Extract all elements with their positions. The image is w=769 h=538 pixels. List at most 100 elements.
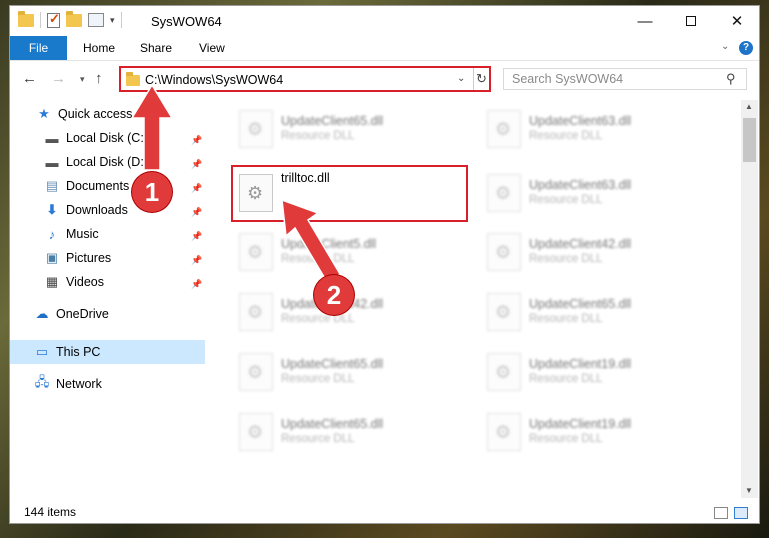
file-item[interactable]: UpdateClient65.dll Resource DLL xyxy=(231,345,471,399)
pin-icon[interactable]: 📌 xyxy=(191,207,202,218)
sidebar-item-label: Downloads xyxy=(66,203,128,217)
file-list: UpdateClient65.dll Resource DLL trilltoc… xyxy=(216,100,740,498)
sidebar-item-this-pc[interactable]: ▭ This PC xyxy=(34,341,101,363)
file-item[interactable]: UpdateClient65.dll Resource DLL xyxy=(231,102,471,156)
file-type: Resource DLL xyxy=(529,433,603,445)
drive-icon: ▬ xyxy=(45,154,59,170)
scroll-thumb[interactable] xyxy=(743,118,756,162)
sidebar-item-label: Network xyxy=(56,377,102,391)
sidebar-item-network[interactable]: 🖧 Network xyxy=(34,373,102,395)
qat-dropdown-icon[interactable]: ▾ xyxy=(110,15,115,26)
file-type: Resource DLL xyxy=(281,433,355,445)
minimize-button[interactable]: — xyxy=(622,6,668,36)
search-placeholder: Search SysWOW64 xyxy=(512,72,624,86)
file-name: UpdateClient63.dll xyxy=(529,114,632,128)
sidebar-item-onedrive[interactable]: ☁ OneDrive xyxy=(34,303,109,325)
file-name: UpdateClient65.dll xyxy=(281,114,384,128)
dll-file-icon xyxy=(487,413,521,451)
folder-icon xyxy=(126,72,140,86)
sidebar-item-label: Documents xyxy=(66,179,130,193)
sidebar-item-local-disk-c[interactable]: ▬ Local Disk (C:) xyxy=(44,127,148,149)
expand-ribbon-icon[interactable]: ⌄ xyxy=(721,41,729,52)
navigation-bar: ← → ▾ ↑ C:\Windows\SysWOW64 ⌄ ↻ Search S… xyxy=(10,62,759,94)
address-path[interactable]: C:\Windows\SysWOW64 xyxy=(145,73,283,87)
refresh-button[interactable]: ↻ xyxy=(473,68,489,90)
search-icon[interactable]: ⚲ xyxy=(726,71,736,87)
sidebar-item-label: Music xyxy=(66,227,99,241)
search-box[interactable]: Search SysWOW64 ⚲ xyxy=(503,68,747,90)
maximize-button[interactable] xyxy=(668,6,714,36)
details-view-icon[interactable] xyxy=(714,507,728,519)
highlight-box xyxy=(231,165,468,222)
dll-file-icon xyxy=(239,110,273,148)
sidebar-item-videos[interactable]: ▦ Videos xyxy=(44,271,104,293)
close-button[interactable]: ✕ xyxy=(714,6,759,36)
videos-icon: ▦ xyxy=(45,274,59,289)
up-button[interactable]: ↑ xyxy=(95,70,103,87)
dll-file-icon xyxy=(239,293,273,331)
properties-check-icon[interactable] xyxy=(47,11,60,28)
file-item[interactable]: UpdateClient63.dll Resource DLL xyxy=(479,102,719,156)
sidebar-item-local-disk-d[interactable]: ▬ Local Disk (D:) xyxy=(44,151,148,173)
computer-icon: ▭ xyxy=(35,344,49,359)
star-icon: ★ xyxy=(38,106,50,121)
file-item[interactable]: UpdateClient5.dll Resource DLL xyxy=(231,225,471,279)
explorer-window: ▾ SysWOW64 — ✕ File Home Share View ⌄ ? … xyxy=(9,5,760,524)
file-item[interactable]: UpdateClient19.dll Resource DLL xyxy=(479,345,719,399)
step-badge-2: 2 xyxy=(314,275,354,315)
file-name: UpdateClient19.dll xyxy=(529,417,632,431)
forward-button[interactable]: → xyxy=(51,70,66,87)
file-item[interactable]: UpdateClient19.dll Resource DLL xyxy=(479,405,719,459)
scroll-down-icon[interactable]: ▼ xyxy=(745,486,753,495)
file-item[interactable]: UpdateClient65.dll Resource DLL xyxy=(479,285,719,339)
toolbar-divider xyxy=(120,12,122,28)
file-name: UpdateClient42.dll xyxy=(529,237,632,251)
sidebar-item-downloads[interactable]: ⬇ Downloads xyxy=(44,199,128,221)
tab-home[interactable]: Home xyxy=(71,36,127,60)
back-button[interactable]: ← xyxy=(22,70,37,87)
navigation-pane: ★ Quick access ▬ Local Disk (C:) 📌 ▬ Loc… xyxy=(10,100,207,498)
sidebar-item-music[interactable]: ♪ Music xyxy=(44,223,99,245)
address-bar[interactable]: C:\Windows\SysWOW64 ⌄ ↻ xyxy=(119,66,491,92)
item-count: 144 items xyxy=(24,505,77,519)
music-icon: ♪ xyxy=(48,226,56,242)
status-bar: 144 items xyxy=(10,502,759,523)
file-item[interactable]: UpdateClient65.dll Resource DLL xyxy=(231,405,471,459)
scroll-up-icon[interactable]: ▲ xyxy=(745,102,753,111)
dll-file-icon xyxy=(487,353,521,391)
pin-icon[interactable]: 📌 xyxy=(191,159,202,170)
pin-icon[interactable]: 📌 xyxy=(191,255,202,266)
file-type: Resource DLL xyxy=(281,130,355,142)
toolbar-divider xyxy=(40,12,41,28)
new-folder-icon[interactable] xyxy=(66,10,82,27)
large-icons-view-icon[interactable] xyxy=(734,507,748,519)
sidebar-item-quick-access[interactable]: ★ Quick access xyxy=(36,103,132,125)
pin-icon[interactable]: 📌 xyxy=(191,231,202,242)
sidebar-item-documents[interactable]: ▤ Documents xyxy=(44,175,129,197)
dll-file-icon xyxy=(487,233,521,271)
sidebar-item-pictures[interactable]: ▣ Pictures xyxy=(44,247,111,269)
file-name: UpdateClient63.dll xyxy=(529,178,632,192)
recent-locations-icon[interactable]: ▾ xyxy=(80,74,85,85)
sidebar-item-label: Local Disk (C:) xyxy=(66,131,148,145)
file-type: Resource DLL xyxy=(529,194,603,206)
address-dropdown-icon[interactable]: ⌄ xyxy=(457,73,465,84)
file-type: Resource DLL xyxy=(281,253,355,265)
vertical-scrollbar[interactable]: ▲ ▼ xyxy=(741,100,758,498)
file-item[interactable]: UpdateClient63.dll Resource DLL xyxy=(479,166,719,220)
folder-icon xyxy=(18,10,34,27)
tab-file[interactable]: File xyxy=(10,36,67,60)
tab-share[interactable]: Share xyxy=(128,36,184,60)
pin-icon[interactable]: 📌 xyxy=(191,183,202,194)
file-type: Resource DLL xyxy=(281,373,355,385)
dll-file-icon xyxy=(239,233,273,271)
tab-view[interactable]: View xyxy=(187,36,237,60)
help-button[interactable]: ? xyxy=(739,41,753,55)
network-icon: 🖧 xyxy=(34,374,50,389)
pin-icon[interactable]: 📌 xyxy=(191,135,202,146)
pin-icon[interactable]: 📌 xyxy=(191,279,202,290)
dll-file-icon xyxy=(239,353,273,391)
customize-icon[interactable] xyxy=(88,13,104,27)
maximize-icon xyxy=(686,16,696,26)
file-item[interactable]: UpdateClient42.dll Resource DLL xyxy=(479,225,719,279)
